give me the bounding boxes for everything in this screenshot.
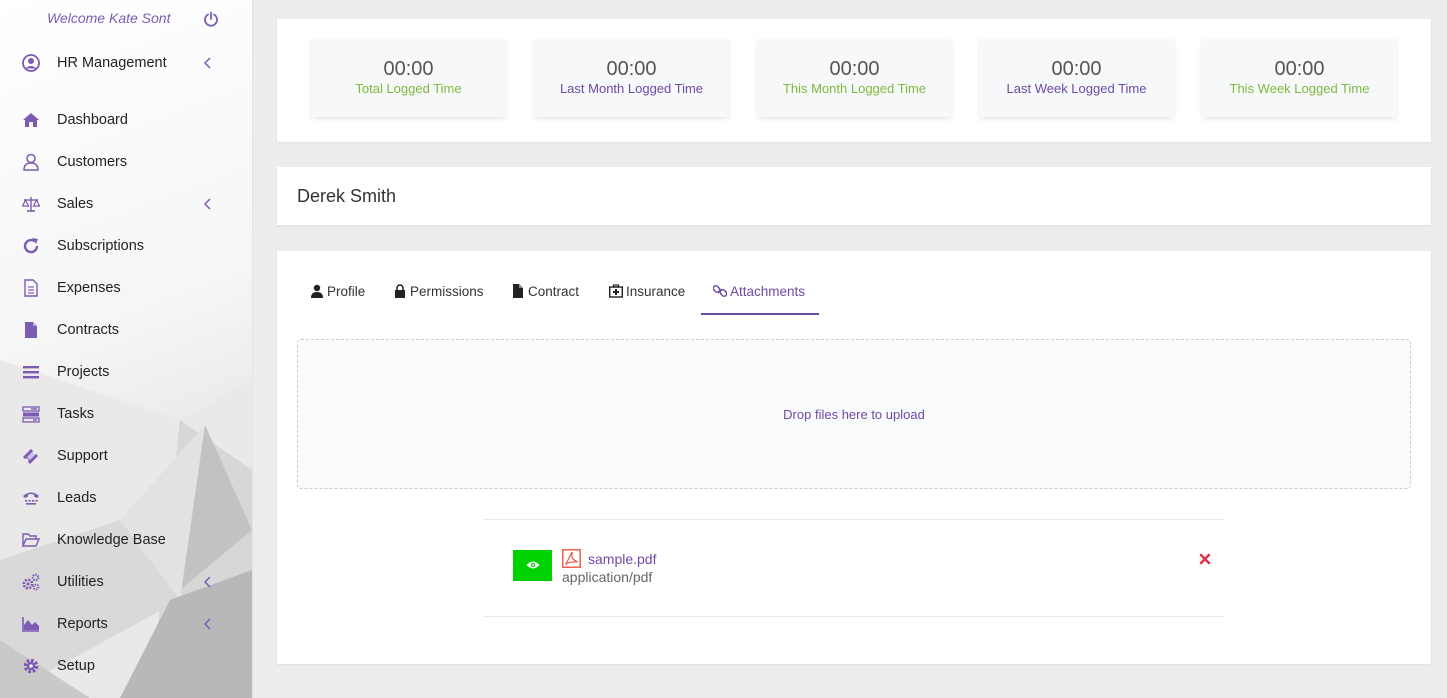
sidebar-item-label: Subscriptions	[57, 238, 145, 254]
tab-label: Profile	[327, 284, 366, 299]
stat-value: 00:00	[606, 58, 657, 80]
sidebar-item-knowledge-base[interactable]: Knowledge Base	[0, 520, 252, 560]
user-icon	[311, 284, 323, 298]
sidebar-item-setup[interactable]: Setup	[0, 646, 252, 686]
tasks-icon	[22, 406, 40, 423]
stat-value: 00:00	[1274, 58, 1325, 80]
pdf-file-icon	[562, 549, 581, 568]
sidebar-item-label: Customers	[57, 154, 128, 170]
tab-label: Contract	[528, 284, 580, 299]
lock-icon	[395, 284, 405, 298]
gear-icon	[23, 658, 39, 674]
sidebar-item-label: Utilities	[57, 574, 104, 590]
bars-icon	[23, 366, 39, 379]
stat-label: Last Week Logged Time	[1006, 81, 1147, 96]
sidebar-item-label: Expenses	[57, 280, 121, 296]
ticket-icon	[23, 449, 38, 464]
sidebar-item-hr-management[interactable]: HR Management	[0, 43, 252, 83]
power-icon[interactable]	[203, 11, 219, 27]
stat-value: 00:00	[383, 58, 434, 80]
medkit-icon	[609, 284, 623, 298]
sidebar-item-projects[interactable]: Projects	[0, 352, 252, 392]
sidebar-item-label: Knowledge Base	[57, 532, 166, 548]
sidebar-item-sales[interactable]: Sales	[0, 184, 252, 224]
attachment-file-name[interactable]: sample.pdf	[588, 551, 656, 567]
tab-label: Attachments	[730, 284, 806, 299]
stat-label: This Week Logged Time	[1229, 81, 1370, 96]
chevron-left-icon	[203, 618, 211, 630]
balance-scale-icon	[22, 197, 40, 212]
stat-value: 00:00	[829, 58, 880, 80]
stat-this-week-logged-time: 00:00 This Week Logged Time	[1203, 39, 1396, 117]
sidebar-item-utilities[interactable]: Utilities	[0, 562, 252, 602]
sidebar-item-label: Projects	[57, 364, 110, 380]
stat-label: Last Month Logged Time	[559, 81, 704, 96]
stat-total-logged-time: 00:00 Total Logged Time	[312, 39, 505, 117]
sidebar-item-label: Contracts	[57, 322, 120, 338]
chevron-left-icon	[203, 576, 211, 588]
tab-label: Insurance	[626, 284, 686, 299]
area-chart-icon	[22, 617, 39, 632]
sidebar-item-reports[interactable]: Reports	[0, 604, 252, 644]
dropzone-text: Drop files here to upload	[783, 407, 925, 422]
sidebar-item-support[interactable]: Support	[0, 436, 252, 476]
sidebar-item-label: Setup	[57, 658, 95, 674]
home-icon	[23, 113, 39, 127]
sidebar-item-tasks[interactable]: Tasks	[0, 394, 252, 434]
tty-icon	[23, 492, 39, 505]
staff-name: Derek Smith	[297, 186, 397, 206]
sidebar-item-label: Leads	[57, 490, 97, 506]
chevron-left-icon	[203, 57, 211, 69]
user-icon	[23, 153, 39, 171]
staff-name-panel: Derek Smith	[277, 167, 1431, 225]
chevron-left-icon	[203, 198, 211, 210]
folder-open-icon	[22, 533, 40, 547]
tab-label: Permissions	[410, 284, 484, 299]
stat-last-week-logged-time: 00:00 Last Week Logged Time	[980, 39, 1173, 117]
stat-last-month-logged-time: 00:00 Last Month Logged Time	[535, 39, 728, 117]
sidebar-item-leads[interactable]: Leads	[0, 478, 252, 518]
sidebar-item-label: Dashboard	[57, 112, 128, 128]
file-icon	[513, 284, 523, 298]
divider	[483, 616, 1225, 617]
sidebar-item-expenses[interactable]: Expenses	[0, 268, 252, 308]
sidebar-item-label: Support	[57, 448, 108, 464]
sidebar-item-subscriptions[interactable]: Subscriptions	[0, 226, 252, 266]
sidebar-item-label: Reports	[57, 616, 108, 632]
file-icon	[25, 322, 37, 338]
file-text-icon	[24, 279, 38, 297]
link-icon	[713, 285, 727, 297]
sidebar-item-label: HR Management	[57, 55, 167, 71]
cogs-icon	[22, 573, 40, 591]
stat-value: 00:00	[1051, 58, 1102, 80]
sidebar-item-customers[interactable]: Customers	[0, 142, 252, 182]
file-dropzone[interactable]: Drop files here to upload	[297, 339, 1411, 489]
delete-icon[interactable]	[1199, 553, 1211, 565]
refresh-icon	[23, 238, 39, 254]
sidebar-item-label: Sales	[57, 196, 94, 212]
sidebar: Welcome Kate Sont HR Management Dashboar…	[0, 0, 253, 698]
sidebar-item-label: Tasks	[57, 406, 95, 422]
user-circle-icon	[22, 54, 40, 72]
stat-label: This Month Logged Time	[782, 81, 927, 96]
divider	[483, 519, 1225, 520]
welcome-text: Welcome Kate Sont	[47, 10, 171, 26]
sidebar-item-dashboard[interactable]: Dashboard	[0, 100, 252, 140]
attachment-file-type: application/pdf	[562, 569, 653, 585]
stat-label: Total Logged Time	[355, 81, 462, 96]
active-tab-indicator	[701, 313, 819, 315]
view-attachment-button[interactable]	[513, 550, 552, 581]
eye-icon	[526, 561, 539, 569]
stat-this-month-logged-time: 00:00 This Month Logged Time	[758, 39, 951, 117]
sidebar-item-contracts[interactable]: Contracts	[0, 310, 252, 350]
